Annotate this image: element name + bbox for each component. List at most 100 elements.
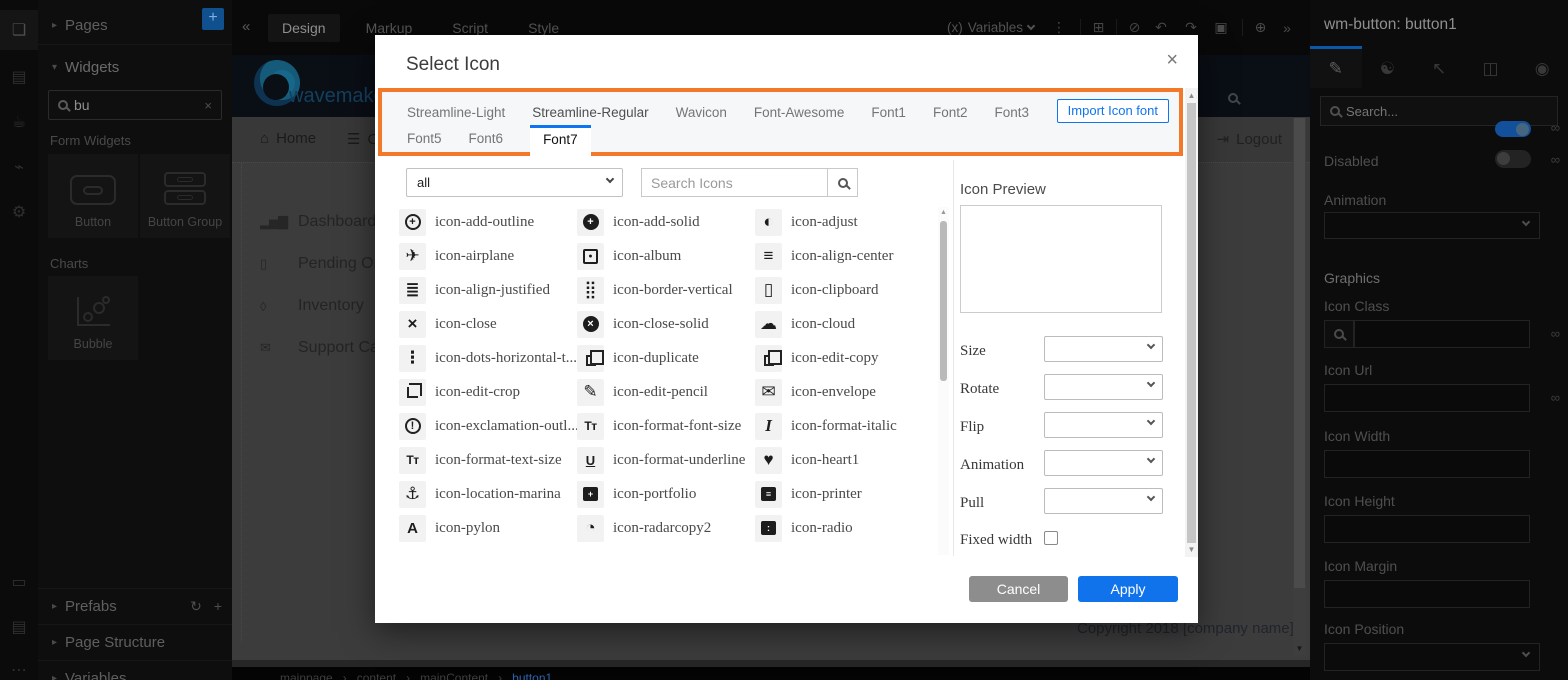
disabled-toggle[interactable] <box>1495 150 1531 168</box>
breadcrumb-current[interactable]: button1 <box>512 671 552 680</box>
fixed-width-checkbox[interactable] <box>1044 531 1058 545</box>
icon-url-input[interactable] <box>1324 384 1530 412</box>
api-icon[interactable]: ⌁ <box>0 147 38 187</box>
database-icon[interactable]: ▤ <box>0 57 38 97</box>
bind-link-icon[interactable]: ∞ <box>1551 152 1560 167</box>
icon-position-select[interactable] <box>1324 643 1540 671</box>
project-files-icon[interactable]: ❏ <box>0 10 38 50</box>
breadcrumb-segment[interactable]: content <box>357 671 396 680</box>
layout-icon[interactable]: ⊞ <box>1080 19 1110 36</box>
icon-margin-input[interactable] <box>1324 580 1530 608</box>
icon-grid-item[interactable]: ◔icon-radarcopy2 <box>577 511 755 545</box>
font-tab-font6[interactable]: Font6 <box>469 125 504 146</box>
menu-item-dashboard[interactable]: ▂▅▇Dashboard <box>260 213 376 231</box>
animation-select[interactable] <box>1324 212 1540 239</box>
widget-search-input[interactable] <box>68 97 204 113</box>
properties-tab-icon[interactable]: ✎ <box>1310 46 1362 88</box>
icon-class-input[interactable] <box>1354 320 1530 348</box>
devices-tab-icon[interactable]: ◫ <box>1465 46 1517 88</box>
save-icon[interactable]: ▣ <box>1206 19 1236 36</box>
bind-link-icon[interactable]: ∞ <box>1551 390 1560 405</box>
widget-tile-button-group[interactable]: Button Group <box>140 154 230 238</box>
events-tab-icon[interactable]: ↖ <box>1413 46 1465 88</box>
icon-search-input[interactable] <box>641 168 828 197</box>
section-variables[interactable]: ▸Variables <box>38 661 232 680</box>
font-tab-font2[interactable]: Font2 <box>933 105 968 120</box>
font-tab-font3[interactable]: Font3 <box>994 105 1029 120</box>
more-icon[interactable]: ⋯ <box>0 650 38 680</box>
icon-grid-item[interactable]: ✉icon-envelope <box>755 375 933 409</box>
icon-grid-item[interactable]: icon-edit-copy <box>755 341 933 375</box>
icon-grid-item[interactable]: ▯icon-clipboard <box>755 273 933 307</box>
add-prefab-icon[interactable]: + <box>214 598 222 615</box>
size-select[interactable] <box>1044 336 1163 362</box>
widget-tile-button[interactable]: Button <box>48 154 138 238</box>
variables-dropdown[interactable]: (x) Variables <box>947 20 1034 35</box>
font-tab-streamline-regular[interactable]: Streamline-Regular <box>532 105 648 120</box>
font-tab-font-awesome[interactable]: Font-Awesome <box>754 105 845 120</box>
icon-grid-item[interactable]: Iicon-format-italic <box>755 409 933 443</box>
icon-grid-item[interactable]: Tтicon-format-text-size <box>399 443 577 477</box>
icon-list-scrollbar[interactable]: ▲ <box>938 207 949 555</box>
icon-grid-item[interactable]: ✎icon-edit-pencil <box>577 375 755 409</box>
add-page-button[interactable]: + <box>202 8 224 30</box>
nav-logout[interactable]: ⇥ Logout <box>1217 130 1282 148</box>
icon-grid-item[interactable]: ×icon-close-solid <box>577 307 755 341</box>
icon-grid-item[interactable]: Aicon-pylon <box>399 511 577 545</box>
expand-icon[interactable]: » <box>1272 20 1302 36</box>
refresh-icon[interactable]: ↻ <box>190 598 202 615</box>
flip-select[interactable] <box>1044 412 1163 438</box>
icon-grid-item[interactable]: icon-edit-crop <box>399 375 577 409</box>
font-tab-font7[interactable]: Font7 <box>530 125 591 157</box>
icon-grid-item[interactable]: +icon-add-solid <box>577 205 755 239</box>
tab-design[interactable]: Design <box>268 14 340 42</box>
icon-grid-item[interactable]: ⚓icon-location-marina <box>399 477 577 511</box>
widget-tile-bubble[interactable]: Bubble <box>48 276 138 360</box>
icon-grid-item[interactable]: ⣿icon-border-vertical <box>577 273 755 307</box>
menu-item-inventory[interactable]: ◊Inventory <box>260 297 364 315</box>
icon-grid-item[interactable]: icon-duplicate <box>577 341 755 375</box>
icon-set-select[interactable]: all <box>406 168 623 197</box>
icon-width-input[interactable] <box>1324 450 1530 478</box>
icon-grid-item[interactable]: +icon-add-outline <box>399 205 577 239</box>
icon-height-input[interactable] <box>1324 515 1530 543</box>
icon-grid-item[interactable]: :icon-radio <box>755 511 933 545</box>
icon-grid-item[interactable]: Tтicon-format-font-size <box>577 409 755 443</box>
cancel-button[interactable]: Cancel <box>969 576 1068 602</box>
log-icon[interactable]: ▤ <box>0 607 38 647</box>
section-prefabs[interactable]: ▸Prefabs↻+ <box>38 589 232 623</box>
toggle-partially-visible[interactable] <box>1495 121 1531 137</box>
icon-grid-item[interactable]: !icon-exclamation-outl... <box>399 409 577 443</box>
preview-icon[interactable]: ⊘ <box>1116 19 1146 36</box>
scroll-down-icon[interactable]: ▼ <box>1185 545 1198 554</box>
java-services-icon[interactable]: ☕ <box>0 102 38 142</box>
rotate-select[interactable] <box>1044 374 1163 400</box>
modal-close-icon[interactable]: × <box>1166 49 1178 72</box>
modal-scrollbar[interactable]: ▲ ▼ <box>1185 88 1198 557</box>
zoom-icon[interactable]: ⊕ <box>1242 19 1272 36</box>
import-icon-font-button[interactable]: Import Icon font <box>1057 99 1169 123</box>
undo-icon[interactable]: ↶ <box>1146 19 1176 36</box>
scroll-up-icon[interactable]: ▲ <box>938 209 949 216</box>
animation-select[interactable] <box>1044 450 1163 476</box>
font-tab-font5[interactable]: Font5 <box>407 125 442 146</box>
icon-grid-item[interactable]: ◐icon-adjust <box>755 205 933 239</box>
scrollbar-thumb[interactable] <box>940 221 947 381</box>
widgets-section-header[interactable]: ▾ Widgets <box>38 50 232 84</box>
icon-grid-item[interactable]: ≣icon-align-justified <box>399 273 577 307</box>
styles-tab-icon[interactable]: ☯ <box>1362 46 1414 88</box>
inspector-search-input[interactable] <box>1340 104 1490 119</box>
scrollbar-thumb[interactable] <box>1187 103 1196 543</box>
scrollbar-thumb[interactable] <box>1294 118 1305 588</box>
icon-grid-item[interactable]: ×icon-close <box>399 307 577 341</box>
collapse-panel-icon[interactable]: « <box>242 18 250 35</box>
scroll-up-icon[interactable]: ▲ <box>1185 91 1198 100</box>
icon-grid-item[interactable]: ≡icon-align-center <box>755 239 933 273</box>
font-tab-streamline-light[interactable]: Streamline-Light <box>407 105 505 120</box>
icon-grid-item[interactable]: ♥icon-heart1 <box>755 443 933 477</box>
menu-item-pending-orders[interactable]: ▯Pending Ord <box>260 255 388 273</box>
breadcrumb-segment[interactable]: mainpage <box>280 671 333 680</box>
settings-icon[interactable]: ⚙ <box>0 192 38 232</box>
redo-icon[interactable]: ↷ <box>1176 19 1206 36</box>
icon-grid-item[interactable]: ●icon-album <box>577 239 755 273</box>
